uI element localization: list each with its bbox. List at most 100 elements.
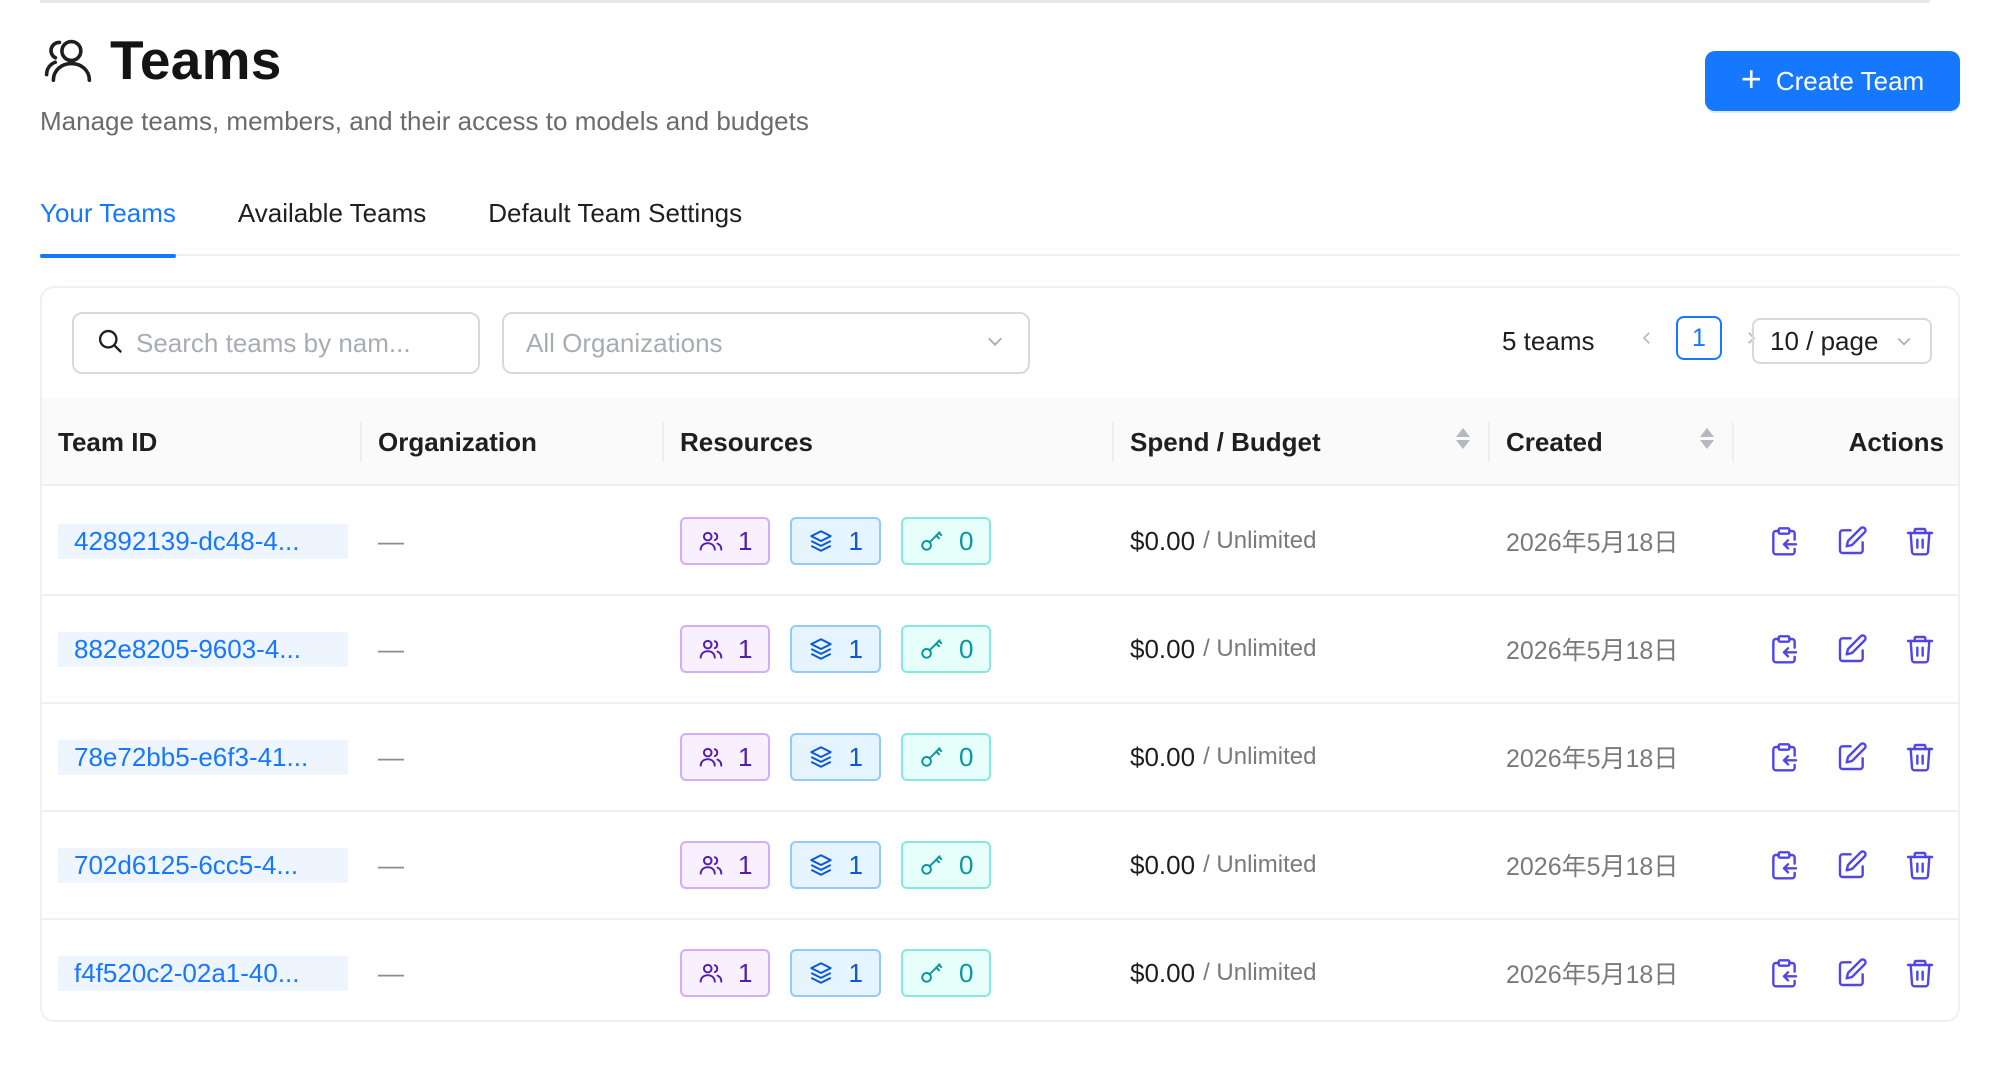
- team-count: 5 teams: [1502, 326, 1595, 356]
- users-icon: [699, 531, 723, 551]
- members-badge[interactable]: 1: [680, 517, 771, 565]
- edit-team-button[interactable]: [1832, 521, 1872, 561]
- create-team-label: Create Team: [1775, 65, 1925, 96]
- plus-icon: +: [1740, 58, 1762, 99]
- keys-count: 0: [958, 957, 974, 988]
- edit-team-button[interactable]: [1832, 953, 1872, 993]
- sort-spend-icon[interactable]: [1456, 428, 1470, 449]
- team-id-link[interactable]: 42892139-dc48-4...: [58, 523, 348, 559]
- search-input[interactable]: [136, 327, 436, 359]
- organization-value: —: [378, 957, 404, 988]
- keys-count: 0: [958, 849, 974, 880]
- spend-value: $0.00: [1130, 849, 1196, 880]
- spend-budget: $0.00 / Unlimited: [1130, 704, 1316, 810]
- keys-count: 0: [958, 633, 974, 664]
- spend-value: $0.00: [1130, 741, 1196, 772]
- copy-team-button[interactable]: [1764, 629, 1804, 669]
- spend-value: $0.00: [1130, 633, 1196, 664]
- layers-icon: [810, 530, 833, 552]
- title-row: Teams: [40, 28, 1960, 92]
- spend-budget: $0.00 / Unlimited: [1130, 812, 1316, 918]
- col-created[interactable]: Created: [1506, 398, 1603, 486]
- edit-icon: [1838, 634, 1867, 663]
- organization-value: —: [378, 525, 404, 556]
- col-organization: Organization: [378, 426, 537, 457]
- models-badge[interactable]: 1: [790, 949, 881, 997]
- trash-icon: [1906, 635, 1934, 664]
- column-divider: [662, 422, 664, 462]
- sort-created-icon[interactable]: [1700, 428, 1714, 449]
- col-team-id: Team ID: [58, 426, 158, 457]
- models-badge[interactable]: 1: [790, 517, 881, 565]
- page-subtitle: Manage teams, members, and their access …: [40, 106, 809, 136]
- create-team-button[interactable]: + Create Team: [1705, 51, 1960, 111]
- edit-team-button[interactable]: [1832, 737, 1872, 777]
- chevron-down-icon: [1897, 337, 1911, 346]
- delete-team-button[interactable]: [1900, 737, 1940, 777]
- keys-badge[interactable]: 0: [900, 733, 992, 781]
- members-badge[interactable]: 1: [680, 625, 771, 673]
- users-icon: [699, 855, 723, 875]
- budget-value: / Unlimited: [1203, 635, 1317, 662]
- page-number-current[interactable]: 1: [1676, 316, 1722, 360]
- members-count: 1: [738, 525, 753, 556]
- organization-value: —: [378, 633, 404, 664]
- budget-value: / Unlimited: [1203, 743, 1317, 770]
- edit-icon: [1838, 958, 1867, 987]
- models-badge[interactable]: 1: [790, 733, 881, 781]
- keys-badge[interactable]: 0: [900, 949, 992, 997]
- page-header: Teams Manage teams, members, and their a…: [40, 28, 1960, 138]
- clipboard-copy-icon: [1772, 959, 1798, 988]
- copy-team-button[interactable]: [1764, 521, 1804, 561]
- models-badge[interactable]: 1: [790, 625, 881, 673]
- delete-team-button[interactable]: [1900, 953, 1940, 993]
- models-badge[interactable]: 1: [790, 841, 881, 889]
- team-id-link[interactable]: f4f520c2-02a1-40...: [58, 955, 348, 991]
- edit-icon: [1838, 526, 1867, 555]
- members-badge[interactable]: 1: [680, 949, 771, 997]
- tab-default-team-settings[interactable]: Default Team Settings: [488, 186, 742, 256]
- organization-select[interactable]: All Organizations: [502, 312, 1030, 374]
- search-icon: [96, 327, 124, 360]
- copy-team-button[interactable]: [1764, 953, 1804, 993]
- delete-team-button[interactable]: [1900, 845, 1940, 885]
- edit-team-button[interactable]: [1832, 629, 1872, 669]
- keys-badge[interactable]: 0: [900, 625, 992, 673]
- pagination: 1: [1632, 316, 1766, 360]
- clipboard-copy-icon: [1772, 743, 1798, 772]
- tab-available-teams[interactable]: Available Teams: [238, 186, 426, 256]
- budget-value: / Unlimited: [1203, 851, 1317, 878]
- users-icon: [699, 639, 723, 659]
- chevron-down-icon: [984, 328, 1006, 359]
- tab-your-teams[interactable]: Your Teams: [40, 186, 176, 258]
- users-icon: [699, 747, 723, 767]
- keys-badge[interactable]: 0: [900, 841, 992, 889]
- page-size-select[interactable]: 10 / page: [1752, 318, 1932, 364]
- budget-value: / Unlimited: [1203, 959, 1317, 986]
- created-date: 2026年5月18日: [1506, 745, 1679, 773]
- members-badge[interactable]: 1: [680, 841, 771, 889]
- team-id-link[interactable]: 882e8205-9603-4...: [58, 631, 348, 667]
- team-id-link[interactable]: 702d6125-6cc5-4...: [58, 847, 348, 883]
- layers-icon: [810, 638, 833, 660]
- edit-team-button[interactable]: [1832, 845, 1872, 885]
- users-icon: [40, 32, 96, 88]
- created-date: 2026年5月18日: [1506, 961, 1679, 989]
- copy-team-button[interactable]: [1764, 845, 1804, 885]
- created-date: 2026年5月18日: [1506, 853, 1679, 881]
- column-divider: [1112, 422, 1114, 462]
- prev-page-button[interactable]: [1632, 316, 1662, 360]
- copy-team-button[interactable]: [1764, 737, 1804, 777]
- team-id-link[interactable]: 78e72bb5-e6f3-41...: [58, 739, 348, 775]
- members-badge[interactable]: 1: [680, 733, 771, 781]
- trash-icon: [1906, 527, 1934, 556]
- key-icon: [921, 747, 943, 767]
- layers-icon: [810, 854, 833, 876]
- delete-team-button[interactable]: [1900, 629, 1940, 669]
- models-count: 1: [848, 849, 863, 880]
- keys-badge[interactable]: 0: [900, 517, 992, 565]
- trash-icon: [1906, 959, 1934, 988]
- delete-team-button[interactable]: [1900, 521, 1940, 561]
- search-box[interactable]: [72, 312, 480, 374]
- col-spend-budget[interactable]: Spend / Budget: [1130, 398, 1321, 486]
